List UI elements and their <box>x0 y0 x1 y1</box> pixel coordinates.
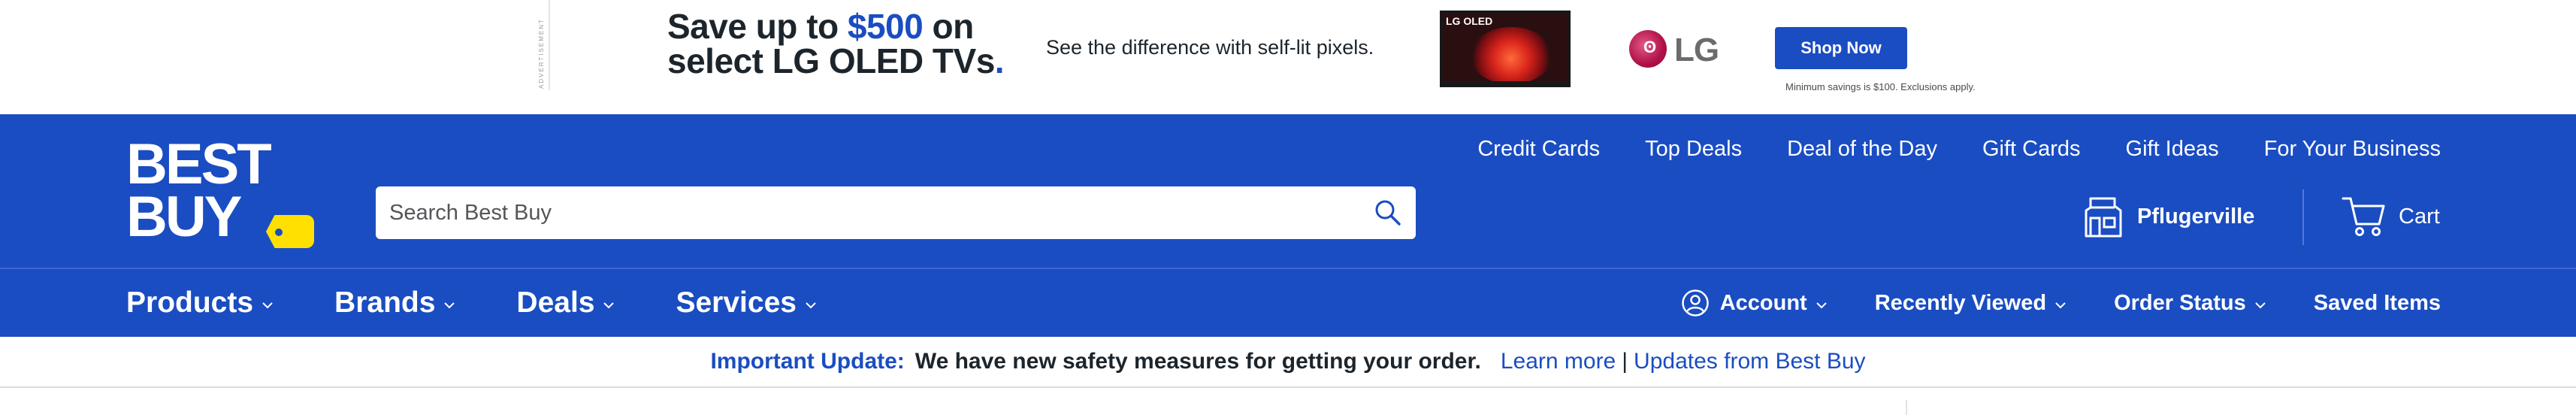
lg-logo: ʘ LG <box>1629 30 1734 69</box>
content-divider <box>1906 400 1907 415</box>
page-content-top <box>0 388 2576 415</box>
logo-price-tag <box>266 215 314 248</box>
search-box <box>376 186 1416 239</box>
tv-label: LG OLED <box>1446 15 1493 27</box>
chevron-down-icon <box>1816 302 1827 309</box>
search-input[interactable] <box>389 186 1351 239</box>
nav-brands-label: Brands <box>334 286 436 319</box>
learn-more-link[interactable]: Learn more <box>1501 349 1616 374</box>
main-nav: Products Brands Deals Services Account R… <box>0 268 2576 337</box>
ad-headline-line2: select LG OLED TVs <box>667 41 995 80</box>
nav-deals[interactable]: Deals <box>516 286 615 320</box>
logo-line-1: BEST <box>126 132 272 196</box>
nav-account[interactable]: Account <box>1681 289 1828 317</box>
utility-links: Credit Cards Top Deals Deal of the Day G… <box>1477 137 2441 162</box>
cart-label: Cart <box>2399 204 2440 229</box>
ad-subtext: See the difference with self-lit pixels. <box>1046 36 1374 59</box>
chevron-down-icon <box>444 302 455 309</box>
deal-of-the-day-link[interactable]: Deal of the Day <box>1787 137 1937 162</box>
ad-headline-dot: . <box>994 41 1005 80</box>
credit-cards-link[interactable]: Credit Cards <box>1477 137 1600 162</box>
search-icon[interactable] <box>1374 198 1402 227</box>
chevron-down-icon <box>603 302 615 309</box>
logo-line-2: BUY <box>126 185 242 249</box>
chevron-down-icon <box>2055 302 2066 309</box>
store-locator[interactable]: Pflugerville <box>2082 192 2254 241</box>
ad-headline-suffix: on <box>923 7 975 46</box>
tv-screen-glow <box>1470 27 1553 81</box>
shop-now-button[interactable]: Shop Now <box>1775 27 1907 69</box>
ad-tv-image: LG OLED <box>1440 11 1571 87</box>
nav-recently-viewed-label: Recently Viewed <box>1874 290 2047 315</box>
update-message: We have new safety measures for getting … <box>915 349 1481 374</box>
nav-right: Account Recently Viewed Order Status Sav… <box>1681 269 2441 337</box>
top-deals-link[interactable]: Top Deals <box>1645 137 1742 162</box>
store-name: Pflugerville <box>2137 204 2255 229</box>
lg-logo-text: LG <box>1674 32 1719 68</box>
nav-brands[interactable]: Brands <box>334 286 456 320</box>
gift-ideas-link[interactable]: Gift Ideas <box>2126 137 2219 162</box>
ad-headline: Save up to $500 on select LG OLED TVs. <box>667 7 1005 80</box>
gift-cards-link[interactable]: Gift Cards <box>1982 137 2081 162</box>
nav-left: Products Brands Deals Services <box>126 269 878 337</box>
nav-products[interactable]: Products <box>126 286 274 320</box>
site-header: BEST BUY Credit Cards Top Deals Deal of … <box>0 114 2576 268</box>
account-icon <box>1681 289 1709 317</box>
nav-saved-items[interactable]: Saved Items <box>2314 291 2441 316</box>
best-buy-logo[interactable]: BEST BUY <box>126 132 314 253</box>
nav-saved-items-label: Saved Items <box>2313 290 2441 315</box>
header-divider <box>2302 189 2304 245</box>
nav-deals-label: Deals <box>516 286 595 319</box>
advertisement-tag: ADVERTISEMENT <box>538 18 545 89</box>
cart-button[interactable]: Cart <box>2342 194 2440 239</box>
nav-services[interactable]: Services <box>676 286 817 320</box>
for-your-business-link[interactable]: For Your Business <box>2264 137 2441 162</box>
ad-headline-prefix: Save up to <box>667 7 848 46</box>
link-separator: | <box>1622 349 1628 374</box>
nav-order-status-label: Order Status <box>2114 290 2246 315</box>
chevron-down-icon <box>2255 302 2266 309</box>
update-title: Important Update: <box>710 349 905 374</box>
ad-banner[interactable]: ADVERTISEMENT Save up to $500 on select … <box>0 0 2576 114</box>
nav-recently-viewed[interactable]: Recently Viewed <box>1875 291 2067 316</box>
nav-services-label: Services <box>676 286 797 319</box>
ad-headline-amount: $500 <box>847 7 924 46</box>
nav-order-status[interactable]: Order Status <box>2114 291 2267 316</box>
cart-icon <box>2342 197 2385 236</box>
chevron-down-icon <box>806 302 816 309</box>
ad-disclaimer: Minimum savings is $100. Exclusions appl… <box>1785 81 1976 92</box>
chevron-down-icon <box>262 302 273 309</box>
nav-account-label: Account <box>1719 290 1807 315</box>
store-icon <box>2085 197 2122 238</box>
lg-logo-mark: ʘ <box>1629 30 1667 68</box>
updates-from-best-buy-link[interactable]: Updates from Best Buy <box>1634 349 1865 374</box>
nav-products-label: Products <box>126 286 254 319</box>
important-update-bar: Important Update: We have new safety mea… <box>0 337 2576 388</box>
ad-divider <box>549 0 550 90</box>
